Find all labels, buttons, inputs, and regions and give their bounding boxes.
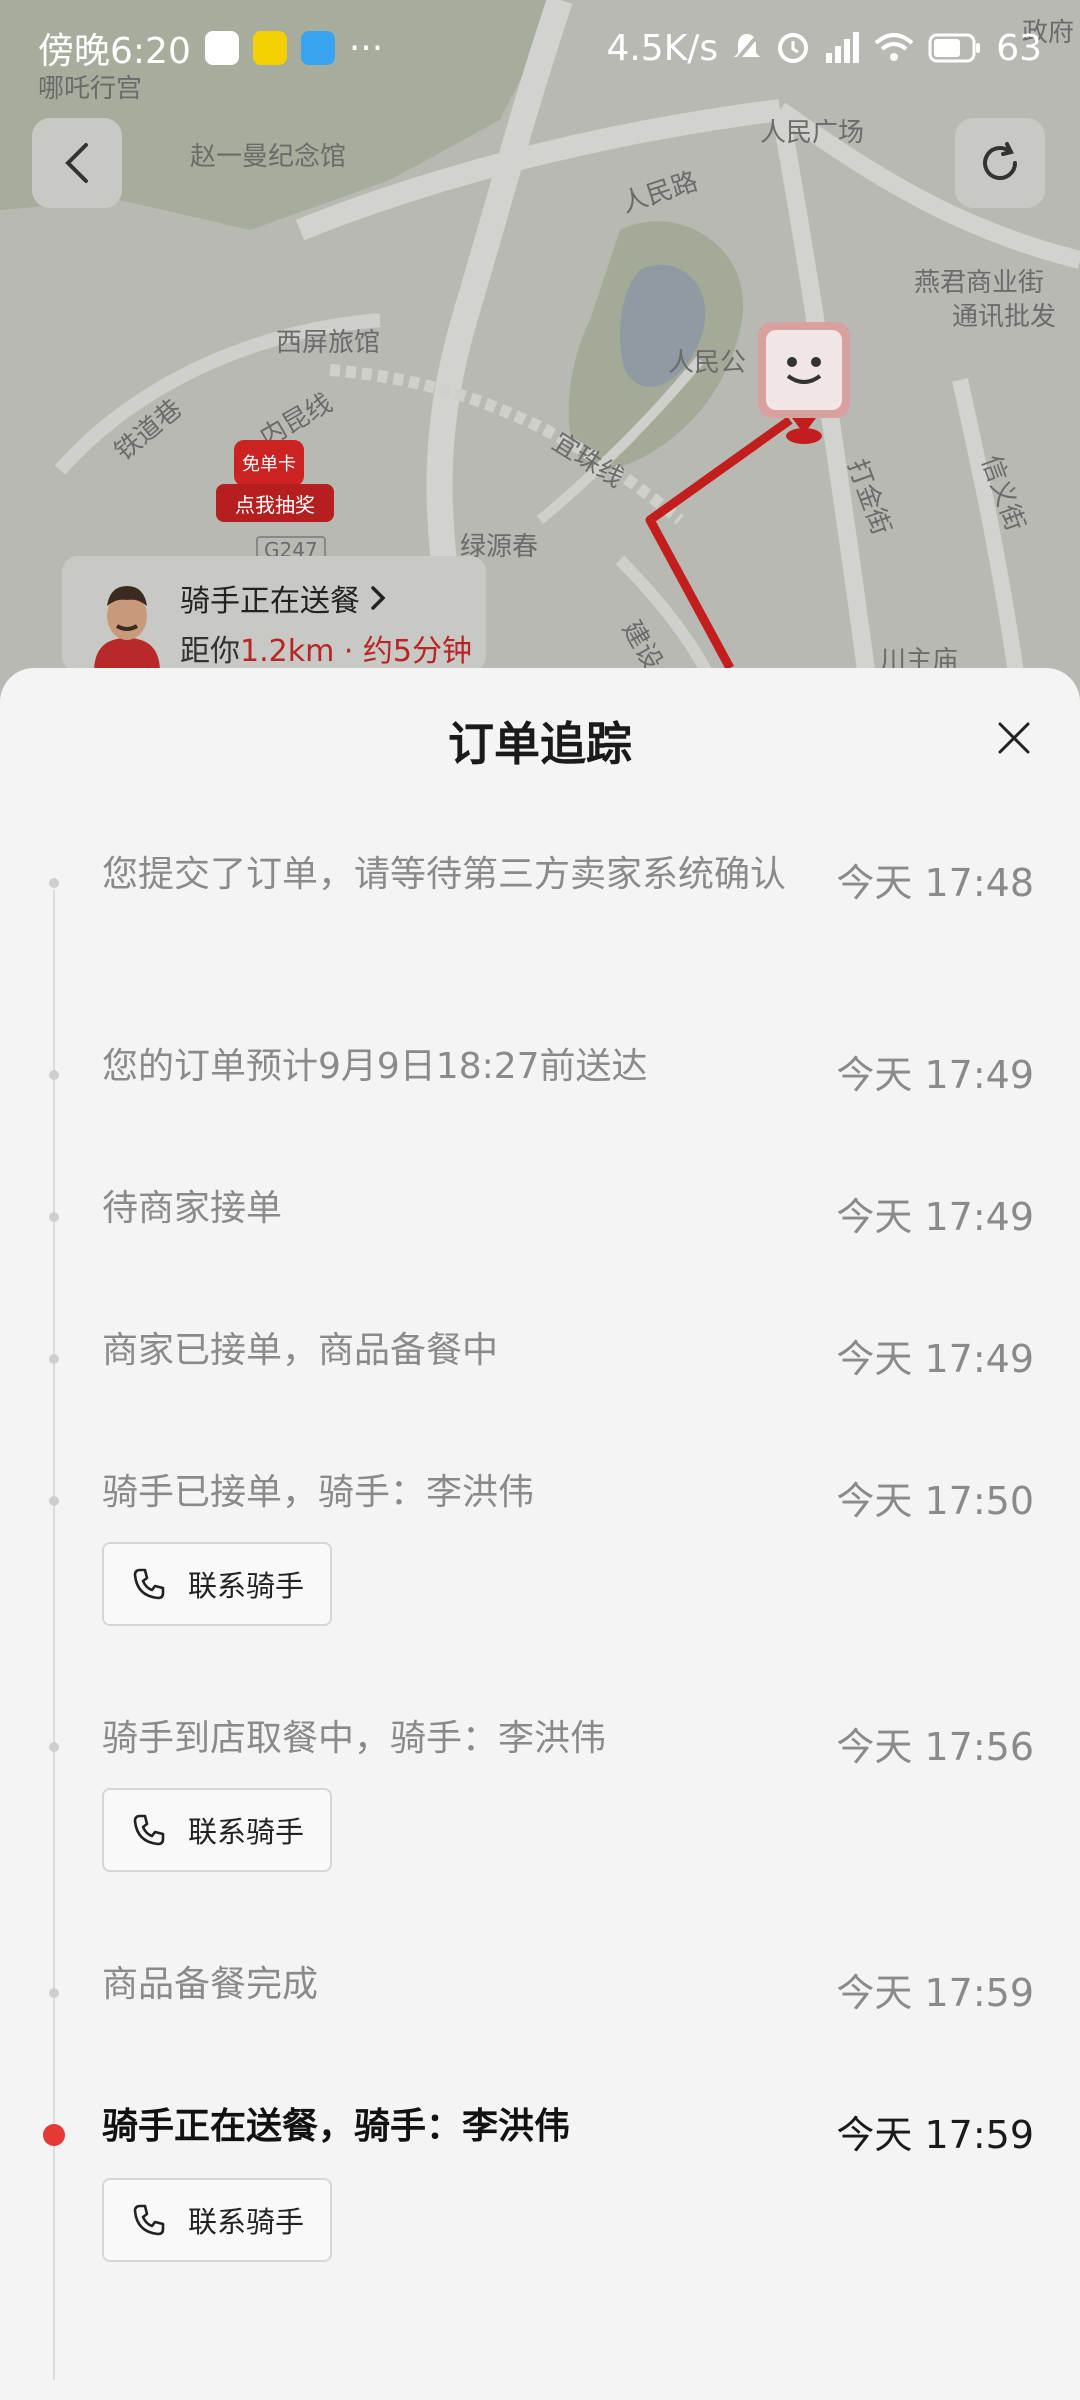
status-bar: 傍晚6:20 ··· 4.5K/s 63 (0, 0, 1080, 96)
timeline-time: 今天 17:49 (836, 1053, 1034, 1097)
contact-rider-button[interactable]: 联系骑手 (102, 1542, 332, 1626)
alarm-icon (778, 33, 809, 63)
lottery-label: 点我抽奖 (216, 484, 334, 522)
timeline-dot (49, 1988, 59, 1998)
close-icon[interactable] (994, 718, 1034, 758)
map-label: 人民广场 (760, 118, 865, 148)
contact-rider-label: 联系骑手 (188, 2205, 305, 2239)
timeline-dot (49, 1354, 59, 1364)
timeline-dot-active (43, 2124, 65, 2146)
map-label: 赵一曼纪念馆 (190, 142, 347, 172)
timeline-connector (53, 890, 55, 1710)
signal-icon (826, 32, 860, 63)
phone-icon (133, 1814, 165, 1846)
distance-prefix: 距你 (180, 634, 240, 669)
order-tracking-sheet: 订单追踪 您提交了订单，请等待第三方卖家系统确认 今天 17:48 您的订单预计… (0, 668, 1080, 2400)
timeline-time: 今天 17:49 (836, 1337, 1034, 1381)
timeline-connector (53, 1710, 55, 2380)
timeline-text: 您的订单预计9月9日18:27前送达 (102, 1046, 648, 1087)
contact-rider-button[interactable]: 联系骑手 (102, 1788, 332, 1872)
phone-icon (133, 1568, 165, 1600)
contact-rider-label: 联系骑手 (188, 1815, 305, 1849)
distance-value: 1.2km · 约5分钟 (240, 634, 473, 669)
timeline-text: 骑手已接单，骑手：李洪伟 (102, 1472, 535, 1513)
battery-icon (928, 33, 981, 63)
clock: 傍晚6:20 (38, 31, 191, 72)
rider-avatar (94, 586, 160, 672)
rider-location-marker (752, 318, 856, 448)
map-label: 通讯批发 (952, 302, 1057, 332)
timeline-text: 待商家接单 (102, 1188, 283, 1229)
lottery-promo-marker[interactable]: 免单卡 点我抽奖 (216, 440, 336, 530)
rider-status-card[interactable]: 骑手正在送餐 距你1.2km · 约5分钟 (62, 556, 486, 672)
timeline-dot (49, 1212, 59, 1222)
timeline-time: 今天 17:59 (836, 1971, 1034, 2015)
timeline-dot (49, 1496, 59, 1506)
timeline-time: 今天 17:49 (836, 1195, 1034, 1239)
back-button[interactable] (32, 118, 122, 208)
timeline-text: 您提交了订单，请等待第三方卖家系统确认 (102, 854, 787, 895)
more-notifications-icon: ··· (348, 27, 384, 69)
refresh-button[interactable] (955, 118, 1045, 208)
timeline-time: 今天 17:59 (836, 2113, 1034, 2157)
timeline-text: 商品备餐完成 (102, 1964, 319, 2005)
phone-icon (133, 2204, 165, 2236)
battery-level: 63 (996, 27, 1042, 69)
contact-rider-label: 联系骑手 (188, 1569, 305, 1603)
app-notification-icon (252, 31, 287, 65)
timeline-text: 商家已接单，商品备餐中 (102, 1330, 499, 1371)
network-speed: 4.5K/s (606, 27, 719, 69)
mute-bell-icon (733, 32, 761, 64)
free-card-badge: 免单卡 (234, 440, 304, 486)
sheet-title: 订单追踪 (448, 717, 632, 771)
timeline-dot (49, 1070, 59, 1080)
app-notification-icon (204, 31, 239, 65)
contact-rider-button[interactable]: 联系骑手 (102, 2178, 332, 2262)
map-label: 人民公 (668, 348, 747, 378)
refresh-icon (983, 142, 1017, 180)
timeline-dot (49, 1742, 59, 1752)
timeline-time: 今天 17:56 (836, 1725, 1034, 1769)
timeline-dot (49, 878, 59, 888)
timeline-time: 今天 17:48 (836, 861, 1034, 905)
app-notification-icon (300, 31, 335, 65)
map-label: 西屏旅馆 (276, 328, 381, 358)
timeline-text: 骑手正在送餐，骑手：李洪伟 (102, 2106, 571, 2147)
chevron-right-icon (371, 586, 386, 610)
timeline-time: 今天 17:50 (836, 1479, 1034, 1523)
rider-status-title: 骑手正在送餐 (180, 584, 360, 619)
timeline-text: 骑手到店取餐中，骑手：李洪伟 (102, 1718, 607, 1759)
map-label: 燕君商业街 (914, 268, 1045, 298)
wifi-icon (874, 33, 914, 61)
chevron-left-icon (65, 143, 88, 183)
